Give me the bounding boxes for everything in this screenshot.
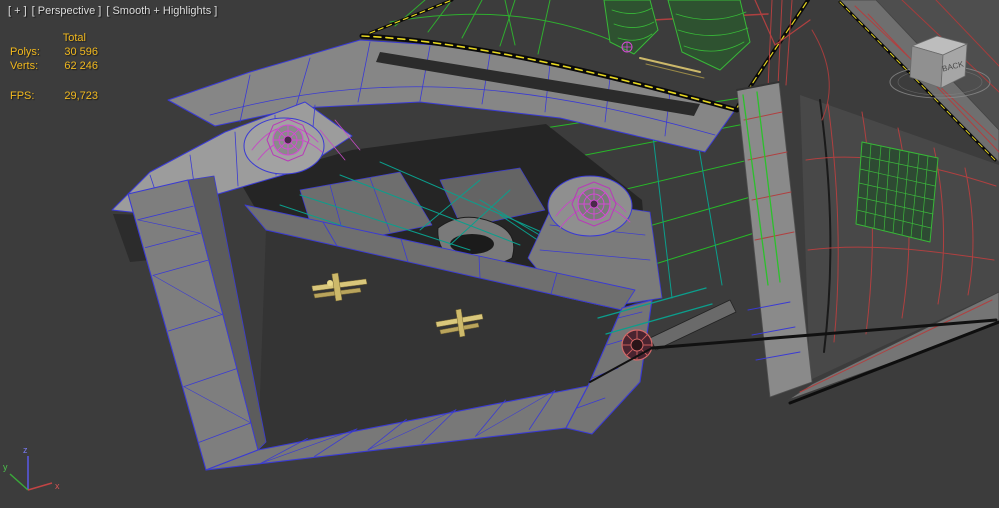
stats-verts-value: 62 246 xyxy=(64,60,98,72)
viewport-pov-menu[interactable]: [ Perspective ] xyxy=(32,5,102,17)
viewport-general-menu[interactable]: [ + ] xyxy=(8,5,27,17)
stats-polys-label: Polys: xyxy=(10,46,40,58)
axis-x-label: x xyxy=(55,481,60,491)
stats-fps-row: FPS: 29,723 xyxy=(10,89,98,103)
scene-canvas[interactable]: BACK z y x xyxy=(0,0,999,508)
stats-total-label: Total xyxy=(62,32,86,44)
viewport-shading-menu[interactable]: [ Smooth + Highlights ] xyxy=(106,5,217,17)
green-mesh-panel xyxy=(855,141,939,243)
strut-tower-right[interactable] xyxy=(547,175,633,237)
stats-fps-label: FPS: xyxy=(10,90,35,102)
axis-z-label: z xyxy=(23,445,28,455)
3d-viewport[interactable]: BACK z y x [ + ] [ Perspective ] [ Smoot… xyxy=(0,0,999,508)
strut-tower-left[interactable] xyxy=(243,117,325,175)
stats-verts-row: Verts: 62 246 xyxy=(10,59,98,73)
stats-polys-row: Polys: 30 596 xyxy=(10,45,98,59)
viewport-label: [ + ] [ Perspective ] [ Smooth + Highlig… xyxy=(8,5,217,17)
statistics-overlay: Total Polys: 30 596 Verts: 62 246 FPS: 2… xyxy=(10,31,98,103)
stats-verts-label: Verts: xyxy=(10,60,39,72)
axis-y-label: y xyxy=(3,462,8,472)
stats-polys-value: 30 596 xyxy=(64,46,98,58)
stats-fps-value: 29,723 xyxy=(64,90,98,102)
